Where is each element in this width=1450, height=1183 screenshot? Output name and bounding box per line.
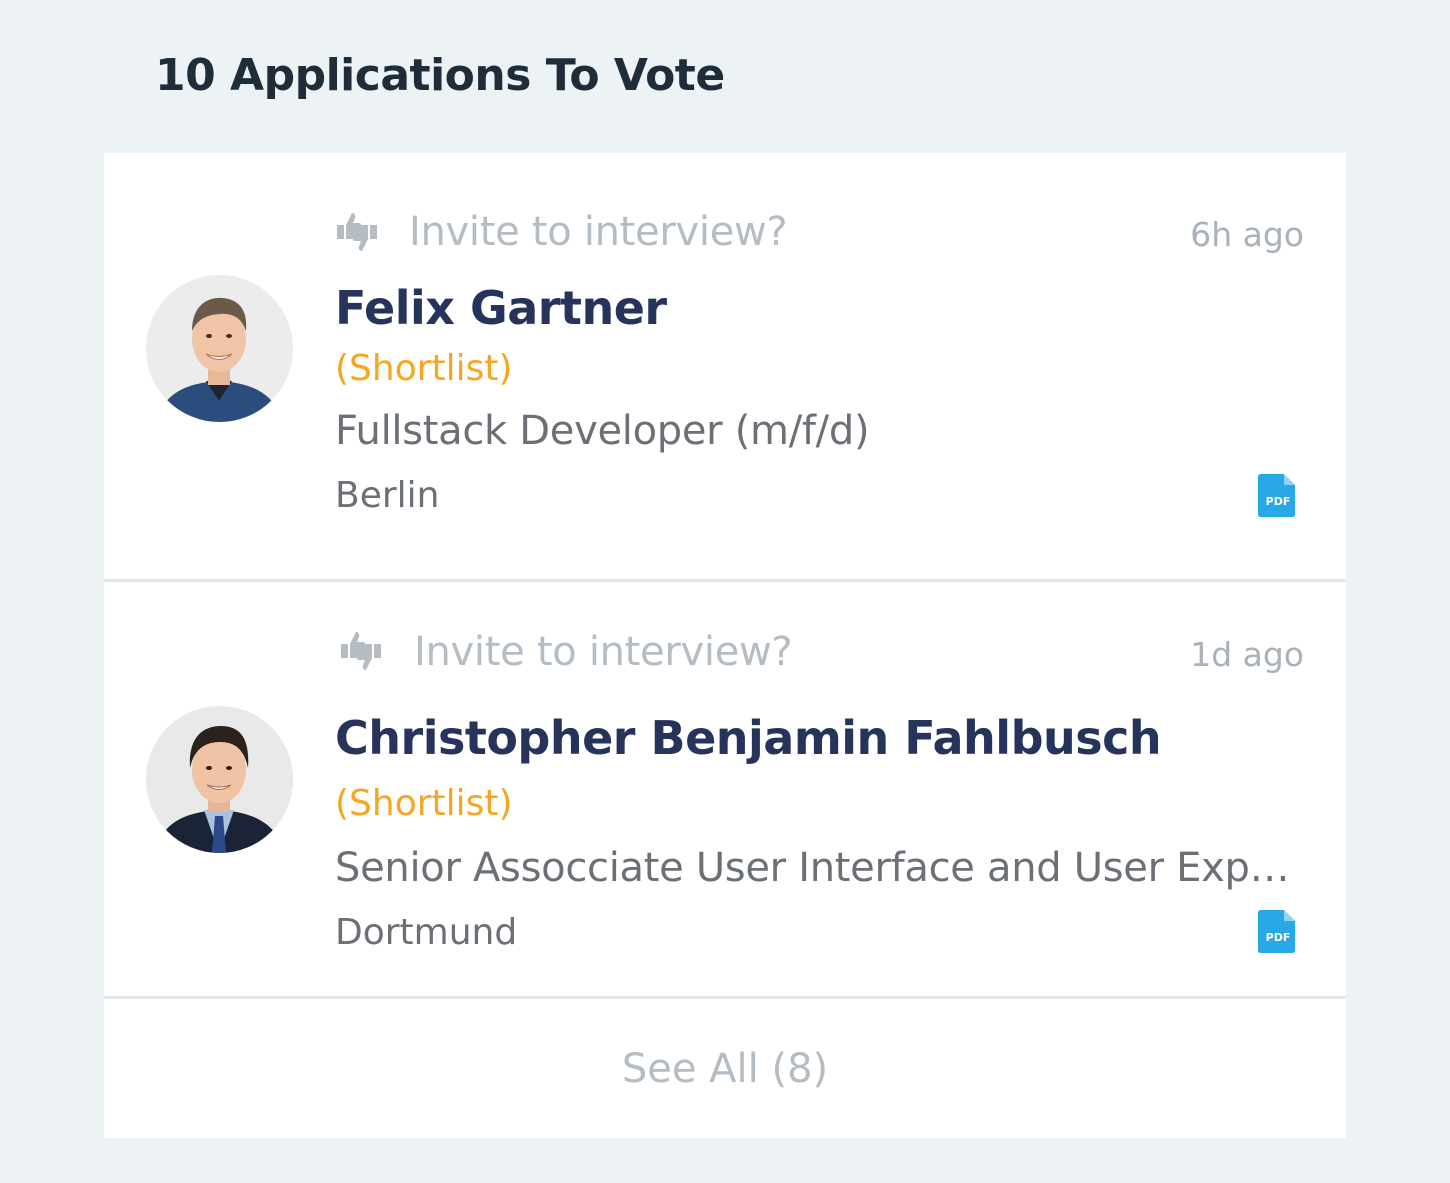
- application-card[interactable]: Invite to interview? 6h ago Felix Gartne…: [104, 153, 1346, 582]
- applicant-name[interactable]: Felix Gartner: [335, 281, 667, 335]
- job-location: Berlin: [335, 475, 440, 516]
- applications-panel: Invite to interview? 6h ago Felix Gartne…: [104, 153, 1346, 1138]
- avatar[interactable]: [146, 706, 293, 853]
- job-position: Senior Assocciate User Interface and Use…: [335, 845, 1295, 891]
- job-position: Fullstack Developer (m/f/d): [335, 408, 870, 454]
- avatar-photo-christopher: [146, 706, 293, 853]
- invite-question: Invite to interview?: [414, 629, 793, 675]
- thumbs-up-down-icon[interactable]: [334, 211, 380, 253]
- invite-question: Invite to interview?: [409, 209, 788, 255]
- pdf-file-icon[interactable]: PDF: [1258, 472, 1298, 518]
- svg-text:PDF: PDF: [1266, 495, 1291, 508]
- timestamp: 1d ago: [1190, 635, 1304, 674]
- page-title: 10 Applications To Vote: [155, 50, 725, 101]
- avatar[interactable]: [146, 275, 293, 422]
- thumbs-up-down-icon[interactable]: [338, 630, 384, 672]
- avatar-photo-felix: [146, 275, 293, 422]
- applications-widget: 10 Applications To Vote Invite to interv…: [0, 0, 1450, 1183]
- pdf-file-icon[interactable]: PDF: [1258, 908, 1298, 954]
- svg-text:PDF: PDF: [1266, 931, 1291, 944]
- see-all-button[interactable]: See All (8): [104, 999, 1346, 1138]
- status-badge: (Shortlist): [335, 783, 513, 824]
- timestamp: 6h ago: [1190, 215, 1304, 254]
- applicant-name[interactable]: Christopher Benjamin Fahlbusch: [335, 711, 1162, 765]
- application-card[interactable]: Invite to interview? 1d ago Christopher …: [104, 582, 1346, 999]
- status-badge: (Shortlist): [335, 348, 513, 389]
- job-location: Dortmund: [335, 912, 518, 953]
